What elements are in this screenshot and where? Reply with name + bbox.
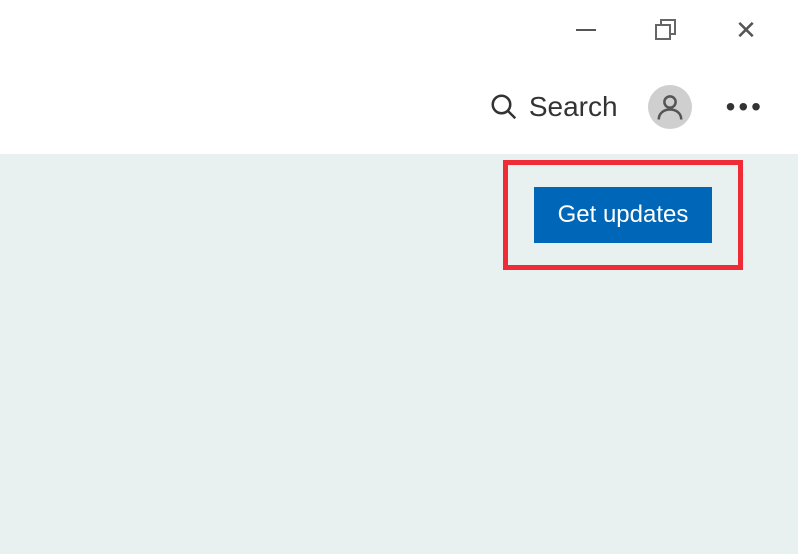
search-icon bbox=[489, 92, 519, 122]
search-button[interactable]: Search bbox=[489, 91, 618, 123]
more-options-button[interactable]: ••• bbox=[722, 91, 768, 123]
restore-icon bbox=[655, 19, 677, 41]
close-icon: ✕ bbox=[735, 17, 757, 43]
app-header: Search ••• bbox=[0, 60, 798, 154]
window-titlebar: ✕ bbox=[0, 0, 798, 60]
user-avatar[interactable] bbox=[648, 85, 692, 129]
annotation-highlight: Get updates bbox=[503, 160, 743, 270]
search-label: Search bbox=[529, 91, 618, 123]
restore-button[interactable] bbox=[644, 8, 688, 52]
ellipsis-icon: ••• bbox=[726, 91, 764, 122]
person-icon bbox=[655, 92, 685, 122]
minimize-button[interactable] bbox=[564, 8, 608, 52]
get-updates-button[interactable]: Get updates bbox=[534, 187, 713, 243]
minimize-icon bbox=[576, 29, 596, 31]
content-area: Get updates bbox=[0, 154, 798, 554]
close-button[interactable]: ✕ bbox=[724, 8, 768, 52]
